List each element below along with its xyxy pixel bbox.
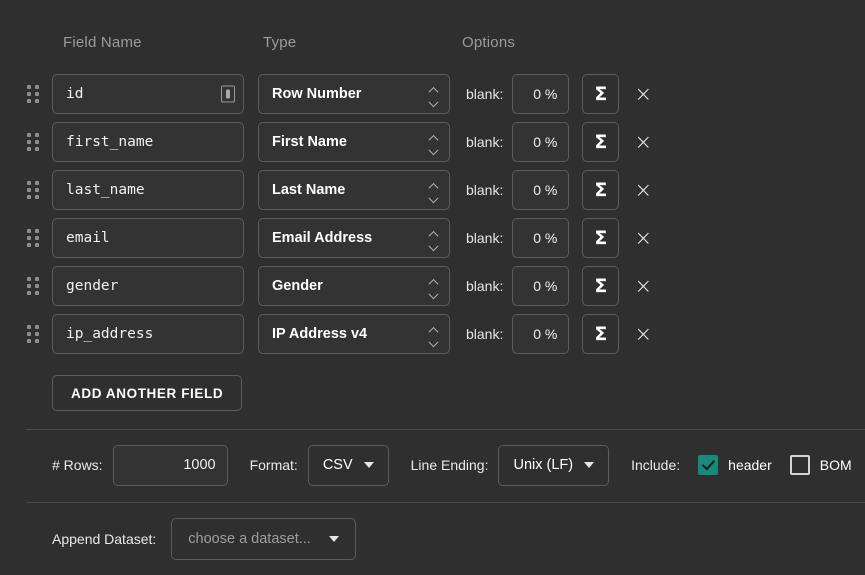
field-type-value: Gender — [272, 278, 323, 294]
field-name-input[interactable] — [52, 170, 244, 210]
add-another-field-button[interactable]: ADD ANOTHER FIELD — [52, 375, 243, 411]
field-type-select[interactable]: Row Number — [258, 74, 450, 114]
blank-percent-input[interactable] — [512, 122, 570, 162]
field-type-select[interactable]: Gender — [258, 266, 450, 306]
field-name-cell — [52, 74, 244, 114]
field-name-cell — [52, 266, 244, 306]
blank-percent-input[interactable] — [512, 314, 570, 354]
drag-handle-icon[interactable] — [27, 226, 45, 250]
drag-handle-icon[interactable] — [27, 130, 45, 154]
blank-label: blank: — [466, 230, 504, 246]
field-type-select[interactable]: First Name — [258, 122, 450, 162]
data-generator-page: Field Name Type Options Row Number blank:… — [0, 0, 865, 575]
identifier-badge-icon — [221, 85, 235, 103]
drag-handle-icon[interactable] — [27, 82, 45, 106]
include-header-label: header — [728, 457, 772, 473]
blank-label: blank: — [466, 182, 504, 198]
field-type-value: First Name — [272, 134, 347, 150]
field-name-cell — [52, 122, 244, 162]
field-type-value: IP Address v4 — [272, 326, 368, 342]
field-type-value: Row Number — [272, 86, 362, 102]
field-name-cell — [52, 314, 244, 354]
field-name-input[interactable] — [52, 314, 244, 354]
append-dataset-value: choose a dataset... — [188, 531, 311, 547]
include-bom-checkbox[interactable]: BOM — [789, 455, 852, 475]
sigma-formula-button[interactable]: Σ — [582, 218, 620, 258]
blank-label: blank: — [466, 134, 504, 150]
chevron-down-icon — [328, 536, 339, 542]
checkbox-checked-icon — [698, 455, 719, 475]
blank-label: blank: — [466, 326, 504, 342]
delete-field-button[interactable]: × — [628, 317, 658, 351]
field-name-cell — [52, 218, 244, 258]
delete-field-button[interactable]: × — [628, 269, 658, 303]
append-dataset-bar: Append Dataset: choose a dataset... — [52, 518, 356, 560]
field-type-cell: Row Number — [258, 74, 450, 114]
field-type-cell: Last Name — [258, 170, 450, 210]
field-type-cell: First Name — [258, 122, 450, 162]
append-dataset-dropdown[interactable]: choose a dataset... — [171, 518, 356, 560]
chevron-down-icon — [584, 462, 595, 468]
options-bar: # Rows: Format: CSV Line Ending: Unix (L… — [52, 444, 852, 486]
field-type-select[interactable]: Email Address — [258, 218, 450, 258]
drag-handle-icon[interactable] — [27, 274, 45, 298]
drag-handle-icon[interactable] — [27, 178, 45, 202]
column-header-type: Type — [263, 34, 297, 51]
field-row: First Name blank: Σ× — [0, 118, 865, 166]
delete-field-button[interactable]: × — [628, 173, 658, 207]
field-row: IP Address v4 blank: Σ× — [0, 310, 865, 358]
blank-percent-input[interactable] — [512, 218, 570, 258]
field-type-value: Last Name — [272, 182, 346, 198]
line-ending-label: Line Ending: — [410, 457, 489, 473]
column-header-options: Options — [462, 34, 516, 51]
checkbox-unchecked-icon — [789, 455, 810, 475]
field-type-cell: IP Address v4 — [258, 314, 450, 354]
rows-label: # Rows: — [52, 457, 103, 473]
include-label: Include: — [631, 457, 681, 473]
chevron-down-icon — [363, 462, 374, 468]
field-name-input[interactable] — [52, 266, 244, 306]
field-type-value: Email Address — [272, 230, 373, 246]
divider-options — [26, 429, 865, 430]
delete-field-button[interactable]: × — [628, 77, 658, 111]
column-headers: Field Name Type Options — [0, 34, 865, 60]
sigma-formula-button[interactable]: Σ — [582, 122, 620, 162]
sigma-formula-button[interactable]: Σ — [582, 74, 620, 114]
line-ending-dropdown[interactable]: Unix (LF) — [498, 444, 610, 486]
blank-percent-input[interactable] — [512, 266, 570, 306]
delete-field-button[interactable]: × — [628, 221, 658, 255]
sigma-formula-button[interactable]: Σ — [582, 266, 620, 306]
field-type-select[interactable]: Last Name — [258, 170, 450, 210]
field-row: Row Number blank: Σ× — [0, 70, 865, 118]
blank-label: blank: — [466, 86, 504, 102]
field-rows-list: Row Numberblank:Σ×First Nameblank:Σ×Last… — [0, 70, 865, 358]
field-type-cell: Gender — [258, 266, 450, 306]
field-name-input[interactable] — [52, 122, 244, 162]
blank-percent-input[interactable] — [512, 170, 570, 210]
field-row: Email Address blank: Σ× — [0, 214, 865, 262]
sigma-formula-button[interactable]: Σ — [582, 170, 620, 210]
field-type-cell: Email Address — [258, 218, 450, 258]
format-value: CSV — [322, 457, 353, 473]
append-dataset-label: Append Dataset: — [52, 531, 157, 547]
divider-append — [26, 502, 865, 503]
field-row: Last Name blank: Σ× — [0, 166, 865, 214]
include-bom-label: BOM — [819, 457, 852, 473]
rows-input[interactable] — [112, 444, 228, 486]
sigma-formula-button[interactable]: Σ — [582, 314, 620, 354]
blank-label: blank: — [466, 278, 504, 294]
field-row: Gender blank: Σ× — [0, 262, 865, 310]
line-ending-value: Unix (LF) — [513, 457, 574, 473]
field-name-input[interactable] — [52, 74, 244, 114]
include-header-checkbox[interactable]: header — [698, 455, 772, 475]
field-type-select[interactable]: IP Address v4 — [258, 314, 450, 354]
delete-field-button[interactable]: × — [628, 125, 658, 159]
field-name-cell — [52, 170, 244, 210]
drag-handle-icon[interactable] — [27, 322, 45, 346]
format-dropdown[interactable]: CSV — [307, 444, 389, 486]
blank-percent-input[interactable] — [512, 74, 570, 114]
field-name-input[interactable] — [52, 218, 244, 258]
column-header-field-name: Field Name — [63, 34, 142, 51]
format-label: Format: — [249, 457, 298, 473]
